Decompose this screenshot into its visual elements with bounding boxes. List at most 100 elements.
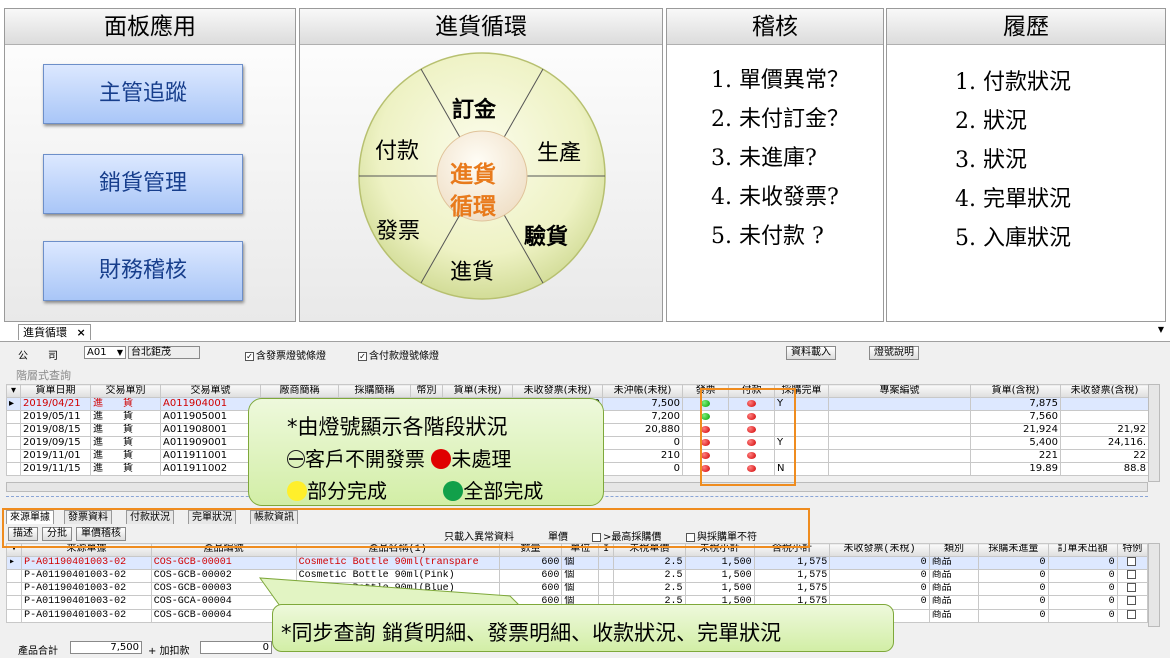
row-selector[interactable] [5, 608, 23, 623]
table-cell: COS-GCB-00001 [150, 555, 297, 571]
table-row[interactable]: ▸ P-A01190401003-02 COS-GCB-00001 Cosmetic … [5, 555, 1149, 571]
column-header[interactable]: 採購簡稱 [338, 384, 411, 398]
close-icon[interactable]: × [77, 326, 86, 339]
callout-title: *由燈號顯示各階段狀況 [287, 415, 508, 439]
checkbox-checked: ✓ [245, 351, 254, 361]
column-header[interactable]: 廠商簡稱 [260, 384, 339, 398]
cycle-panel: 進貨循環 訂金 生產 驗貨 進貨 發票 付款 進貨 循環 [299, 8, 663, 322]
table-cell: 進 貨 [90, 462, 161, 476]
row-selector[interactable] [6, 449, 21, 463]
row-selector[interactable]: ▸ [6, 397, 21, 411]
table-cell: P-A01190401003-02 [21, 608, 152, 623]
row-selector[interactable] [6, 462, 21, 476]
special-checkbox-cell[interactable] [1116, 555, 1149, 571]
company-code-select[interactable]: A01 ▼ [84, 346, 126, 359]
load-data-button[interactable]: 資料載入 [786, 346, 836, 360]
chevron-down-icon[interactable]: ▼ [1158, 325, 1164, 334]
column-header[interactable]: 貨單(含稅) [970, 384, 1061, 398]
row-selector[interactable] [5, 582, 23, 597]
row-selector[interactable]: ▸ [5, 555, 23, 571]
history-item: 5. 入庫狀況 [955, 226, 1071, 251]
table-cell: Cosmetic Bottle 90ml(Blue) [295, 582, 500, 597]
manager-tracking-button[interactable]: 主管追蹤 [43, 64, 243, 124]
table-cell: 商品 [928, 555, 980, 571]
tab-purchase-cycle[interactable]: 進貨循環 × [18, 324, 91, 340]
table-cell: P-A01190401003-02 [21, 582, 152, 597]
table-cell: 20,880 [602, 423, 683, 437]
table-cell [1060, 410, 1149, 424]
table-cell: 210 [602, 449, 683, 463]
table-cell: 進 貨 [90, 436, 161, 450]
audit-item: 1. 單價異常？ [711, 68, 849, 93]
section-label: 階層式查詢 [16, 369, 71, 382]
table-cell: 進 貨 [90, 410, 161, 424]
vertical-scrollbar[interactable] [1148, 543, 1160, 627]
table-cell: 商品 [928, 608, 980, 623]
row-selector[interactable] [5, 569, 23, 584]
table-cell: 1,575 [753, 569, 831, 584]
column-header[interactable]: 特例 [1116, 543, 1149, 557]
history-item: 2. 狀況 [955, 109, 1027, 134]
column-header[interactable]: 交易單號 [160, 384, 261, 398]
table-cell: A011908001 [160, 423, 261, 437]
checkbox-unchecked[interactable] [1126, 557, 1136, 566]
history-item: 4. 完單狀況 [955, 187, 1071, 212]
table-cell: 0 [602, 436, 683, 450]
document-tab-bar: 進貨循環 × ▼ [0, 322, 1170, 342]
payment-light-checkbox[interactable]: ✓ 含付款燈號條燈 [358, 347, 439, 362]
column-header[interactable]: 幣別 [410, 384, 443, 398]
detail-tabs-highlight [2, 508, 810, 548]
column-header[interactable]: 交易單別 [90, 384, 161, 398]
table-row[interactable]: P-A01190401003-02 COS-GCB-00002 Cosmetic B… [5, 569, 1149, 584]
company-label: 公 司 [18, 351, 58, 362]
vertical-scrollbar[interactable] [1148, 384, 1160, 482]
wheel-segment-inspection: 驗貨 [524, 225, 569, 250]
column-header[interactable]: 未收發票(未稅) [512, 384, 603, 398]
legend-partial: 部分完成 全部完成 [287, 475, 543, 504]
column-header[interactable]: 專案編號 [828, 384, 971, 398]
column-header[interactable]: 未收發票(含稅) [1060, 384, 1149, 398]
table-cell: Cosmetic Bottle 90ml(Pink) [295, 569, 500, 584]
column-header[interactable]: 貨單日期 [20, 384, 91, 398]
finance-audit-button[interactable]: 財務稽核 [43, 241, 243, 301]
table-cell: 商品 [928, 582, 980, 597]
column-header[interactable]: 貨單(未稅) [442, 384, 513, 398]
invoice-light-checkbox[interactable]: ✓ 含發票燈號條燈 [245, 347, 326, 362]
sales-management-button[interactable]: 銷貨管理 [43, 154, 243, 214]
table-header-row: ▾ 貨單日期 交易單別 交易單號 廠商簡稱 採購簡稱 幣別 貨單(未稅) 未收發票(未稅) 未沖帳… [6, 384, 1149, 398]
column-header[interactable]: 採購未進量 [978, 543, 1049, 557]
wheel-segment-receiving: 進貨 [450, 260, 495, 285]
light-help-button[interactable]: 燈號說明 [869, 346, 919, 360]
special-checkbox-cell[interactable] [1116, 582, 1149, 597]
column-header[interactable]: 類別 [928, 543, 980, 557]
row-selector[interactable] [5, 595, 23, 610]
table-cell: 2.5 [613, 582, 686, 597]
special-checkbox-cell[interactable] [1116, 608, 1149, 623]
history-panel-title: 履歷 [887, 9, 1165, 45]
table-row[interactable]: P-A01190401003-02 COS-GCB-00003 Cosmetic B… [5, 582, 1149, 597]
checkbox-unchecked[interactable] [1126, 610, 1136, 619]
table-cell [598, 569, 615, 584]
table-cell: 0 [1047, 582, 1118, 597]
table-cell: A011911001 [160, 449, 261, 463]
checkbox-unchecked[interactable] [1126, 570, 1136, 580]
table-cell: 2.5 [613, 569, 686, 584]
wheel-segment-payment: 付款 [375, 139, 420, 164]
checkbox-unchecked[interactable] [1126, 583, 1136, 593]
checkbox-unchecked[interactable] [1126, 596, 1136, 606]
table-cell: 221 [970, 449, 1061, 463]
column-header[interactable]: 未沖帳(未稅) [602, 384, 683, 398]
table-cell: 0 [829, 569, 930, 584]
table-cell: 1,500 [684, 569, 755, 584]
row-selector[interactable] [6, 436, 21, 450]
special-checkbox-cell[interactable] [1116, 569, 1149, 584]
history-list: 1. 付款狀況 2. 狀況 3. 狀況 4. 完單狀況 5. 入庫狀況 [955, 63, 1071, 258]
table-cell: 5,400 [970, 436, 1061, 450]
column-header[interactable]: 未收發票(未稅) [829, 543, 930, 557]
green-dot-icon [443, 481, 464, 501]
special-checkbox-cell[interactable] [1116, 595, 1149, 610]
column-header[interactable]: 訂單未出額 [1047, 543, 1118, 557]
table-cell: 7,560 [970, 410, 1061, 424]
row-selector[interactable] [6, 410, 21, 424]
row-selector[interactable] [6, 423, 21, 437]
